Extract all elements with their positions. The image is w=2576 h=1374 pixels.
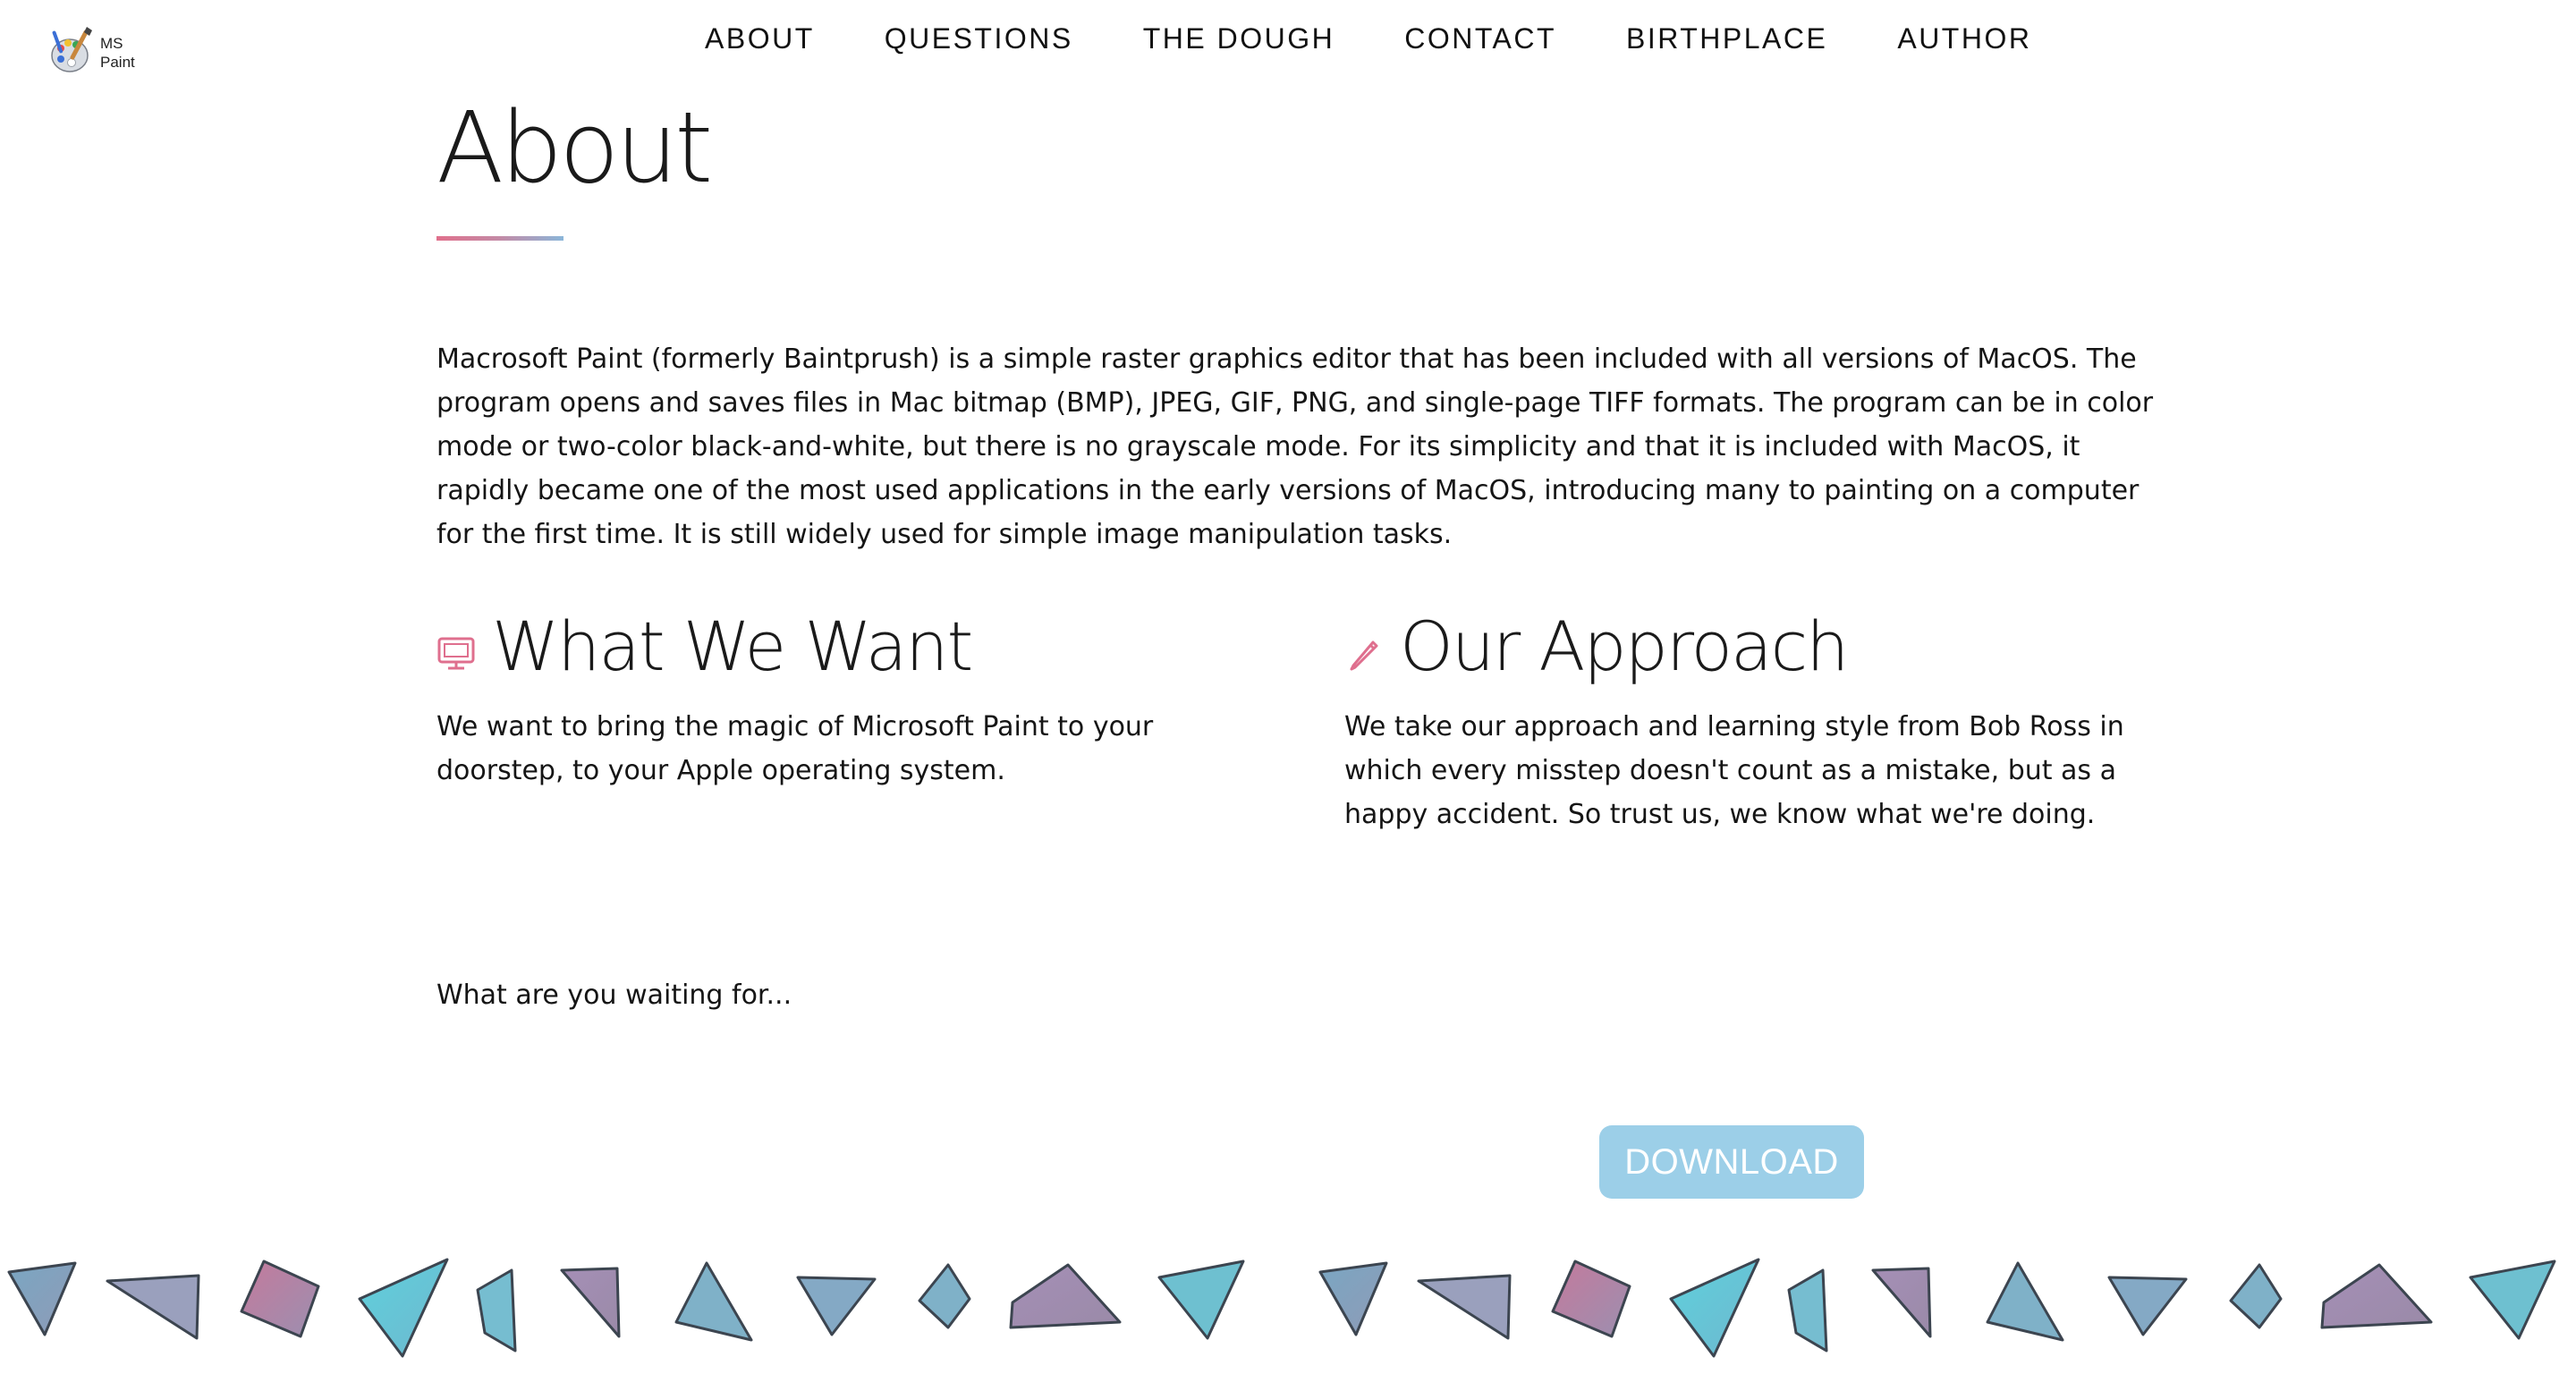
our-approach-title: Our Approach xyxy=(1400,606,1849,686)
logo-line-1: MS xyxy=(100,35,123,52)
feature-columns: What We Want We want to bring the magic … xyxy=(436,606,2172,982)
what-we-want-heading: What We Want xyxy=(436,606,1259,687)
page: MS Paint ABOUT QUESTIONS THE DOUGH CONTA… xyxy=(0,0,2576,1374)
paint-palette-icon xyxy=(51,27,92,72)
title-underline xyxy=(436,236,564,241)
page-title: About xyxy=(436,90,713,205)
nav-item-author[interactable]: AUTHOR xyxy=(1897,20,2031,57)
nav-item-birthplace[interactable]: BIRTHPLACE xyxy=(1626,20,1827,57)
what-we-want-title: What We Want xyxy=(492,606,973,686)
download-button[interactable]: DOWNLOAD xyxy=(1599,1125,1864,1199)
waiting-text: What are you waiting for... xyxy=(436,980,792,1011)
about-paragraph: Macrosoft Paint (formerly Baintprush) is… xyxy=(436,344,2154,550)
nav-item-questions[interactable]: QUESTIONS xyxy=(885,20,1073,57)
our-approach-text: We take our approach and learning style … xyxy=(1344,711,2124,830)
what-we-want-text: We want to bring the magic of Microsoft … xyxy=(436,711,1154,786)
nav-item-contact[interactable]: CONTACT xyxy=(1404,20,1556,57)
nav-item-the-dough[interactable]: THE DOUGH xyxy=(1143,20,1335,57)
logo-text: MS Paint xyxy=(100,34,135,72)
our-approach-column: Our Approach We take our approach and le… xyxy=(1344,606,2167,836)
main-nav: ABOUT QUESTIONS THE DOUGH CONTACT BIRTHP… xyxy=(705,20,2031,57)
our-approach-heading: Our Approach xyxy=(1344,606,2167,687)
nav-item-about[interactable]: ABOUT xyxy=(705,20,815,57)
what-we-want-column: What We Want We want to bring the magic … xyxy=(436,606,1259,793)
about-section: About Macrosoft Paint (formerly Baintpru… xyxy=(436,89,2172,1199)
decorative-shapes xyxy=(7,1258,2556,1358)
logo-line-2: Paint xyxy=(100,54,135,71)
logo[interactable]: MS Paint xyxy=(48,21,147,79)
pencil-icon xyxy=(1350,640,1378,671)
monitor-icon xyxy=(437,637,475,670)
